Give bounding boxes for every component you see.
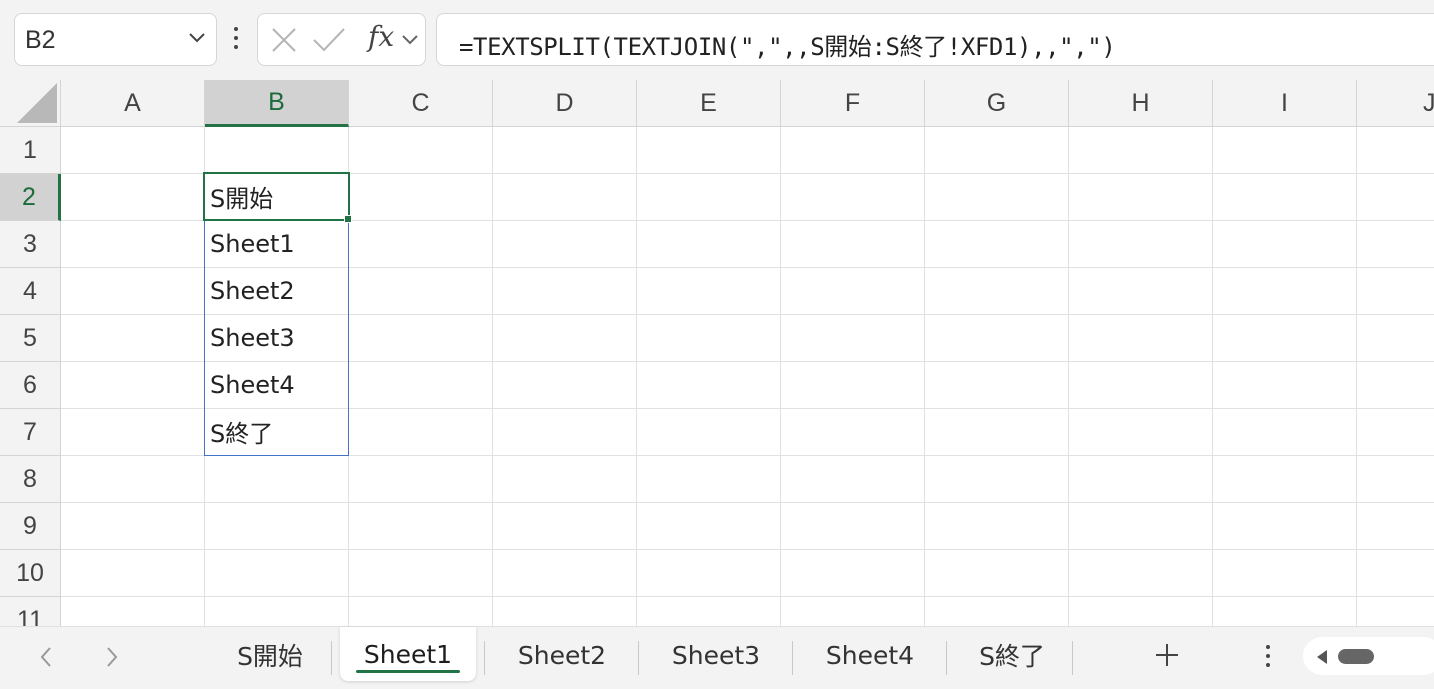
row-header-11[interactable]: 11 bbox=[0, 597, 61, 626]
tab-separator bbox=[1072, 641, 1073, 675]
row-header-5[interactable]: 5 bbox=[0, 315, 61, 362]
sheet-tab-sheet2[interactable]: Sheet2 bbox=[497, 629, 627, 681]
insert-function-icon[interactable]: fx bbox=[368, 20, 394, 53]
gridline bbox=[61, 502, 1434, 503]
column-header-d[interactable]: D bbox=[493, 80, 637, 127]
formula-input[interactable]: =TEXTSPLIT(TEXTJOIN(",",,S開始:S終了!XFD1),,… bbox=[436, 13, 1434, 66]
column-header-e[interactable]: E bbox=[637, 80, 781, 127]
name-box[interactable]: B2 bbox=[14, 13, 217, 66]
sheet-tab-label: S終了 bbox=[979, 642, 1045, 671]
gridline bbox=[1068, 127, 1069, 626]
scroll-left-icon[interactable] bbox=[1315, 649, 1329, 665]
gridline bbox=[492, 127, 493, 626]
formula-text: =TEXTSPLIT(TEXTJOIN(",",,S開始:S終了!XFD1),,… bbox=[459, 33, 1116, 61]
row-header-7[interactable]: 7 bbox=[0, 409, 61, 456]
tab-separator bbox=[792, 641, 793, 675]
sheet-tab-s-end[interactable]: S終了 bbox=[957, 629, 1067, 681]
row-header-3[interactable]: 3 bbox=[0, 221, 61, 268]
chevron-left-icon[interactable] bbox=[38, 645, 54, 669]
formula-bar: B2 fx =TEXTSPLIT(TEXTJOIN(",",,S開始:S終了!X… bbox=[0, 0, 1434, 80]
sheet-tab-sheet3[interactable]: Sheet3 bbox=[651, 629, 781, 681]
tab-separator bbox=[638, 641, 639, 675]
gridline bbox=[1212, 127, 1213, 626]
sheet-tab-s-start[interactable]: S開始 bbox=[215, 629, 325, 681]
add-sheet-icon[interactable] bbox=[1153, 641, 1181, 669]
row-header-8[interactable]: 8 bbox=[0, 456, 61, 503]
fill-handle[interactable] bbox=[344, 215, 352, 223]
sheet-tab-sheet4[interactable]: Sheet4 bbox=[805, 629, 935, 681]
sheet-tab-label: Sheet2 bbox=[517, 640, 607, 670]
row-header-6[interactable]: 6 bbox=[0, 362, 61, 409]
column-header-h[interactable]: H bbox=[1069, 80, 1213, 127]
chevron-down-icon[interactable] bbox=[401, 34, 419, 46]
row-header-10[interactable]: 10 bbox=[0, 550, 61, 597]
tab-separator bbox=[946, 641, 947, 675]
gridline bbox=[1356, 127, 1357, 626]
row-header-1[interactable]: 1 bbox=[0, 127, 61, 174]
gridline bbox=[61, 549, 1434, 550]
row-header-9[interactable]: 9 bbox=[0, 503, 61, 550]
scrollbar-thumb[interactable] bbox=[1338, 649, 1374, 664]
more-options-icon[interactable] bbox=[226, 22, 246, 58]
column-header-i[interactable]: I bbox=[1213, 80, 1357, 127]
sheet-tab-label: S開始 bbox=[237, 642, 303, 671]
row-header-2[interactable]: 2 bbox=[0, 174, 61, 221]
column-header-c[interactable]: C bbox=[349, 80, 493, 127]
select-all-button[interactable] bbox=[0, 80, 61, 127]
tab-separator bbox=[331, 641, 332, 675]
worksheet-grid: A B C D E F G H I J 1 2 3 4 5 6 7 8 9 10… bbox=[0, 80, 1434, 626]
sheet-tab-label: Sheet1 bbox=[363, 639, 453, 669]
row-header-4[interactable]: 4 bbox=[0, 268, 61, 315]
active-tab-underline bbox=[356, 670, 460, 673]
select-all-triangle-icon bbox=[17, 83, 57, 123]
sheet-tab-label: Sheet3 bbox=[671, 640, 761, 670]
column-header-a[interactable]: A bbox=[61, 80, 205, 127]
gridline bbox=[636, 127, 637, 626]
tab-separator bbox=[484, 641, 485, 675]
active-cell-border bbox=[203, 172, 350, 221]
gridline bbox=[61, 596, 1434, 597]
sheet-tab-sheet1[interactable]: Sheet1 bbox=[340, 627, 476, 681]
column-header-j[interactable]: J bbox=[1357, 80, 1434, 127]
horizontal-scrollbar[interactable] bbox=[1303, 637, 1434, 675]
chevron-right-icon[interactable] bbox=[104, 645, 120, 669]
sheet-tab-bar: S開始 Sheet1 Sheet2 Sheet3 Sheet4 S終了 bbox=[0, 626, 1434, 689]
more-options-icon[interactable] bbox=[1266, 645, 1270, 672]
column-header-b[interactable]: B bbox=[205, 80, 349, 127]
gridline bbox=[924, 127, 925, 626]
sheet-tab-label: Sheet4 bbox=[825, 640, 915, 670]
cancel-icon[interactable] bbox=[270, 26, 298, 54]
column-header-g[interactable]: G bbox=[925, 80, 1069, 127]
formula-buttons: fx bbox=[257, 13, 426, 66]
chevron-down-icon[interactable] bbox=[188, 32, 206, 44]
gridline bbox=[780, 127, 781, 626]
column-header-f[interactable]: F bbox=[781, 80, 925, 127]
name-box-value: B2 bbox=[25, 26, 56, 54]
enter-icon[interactable] bbox=[312, 26, 346, 54]
